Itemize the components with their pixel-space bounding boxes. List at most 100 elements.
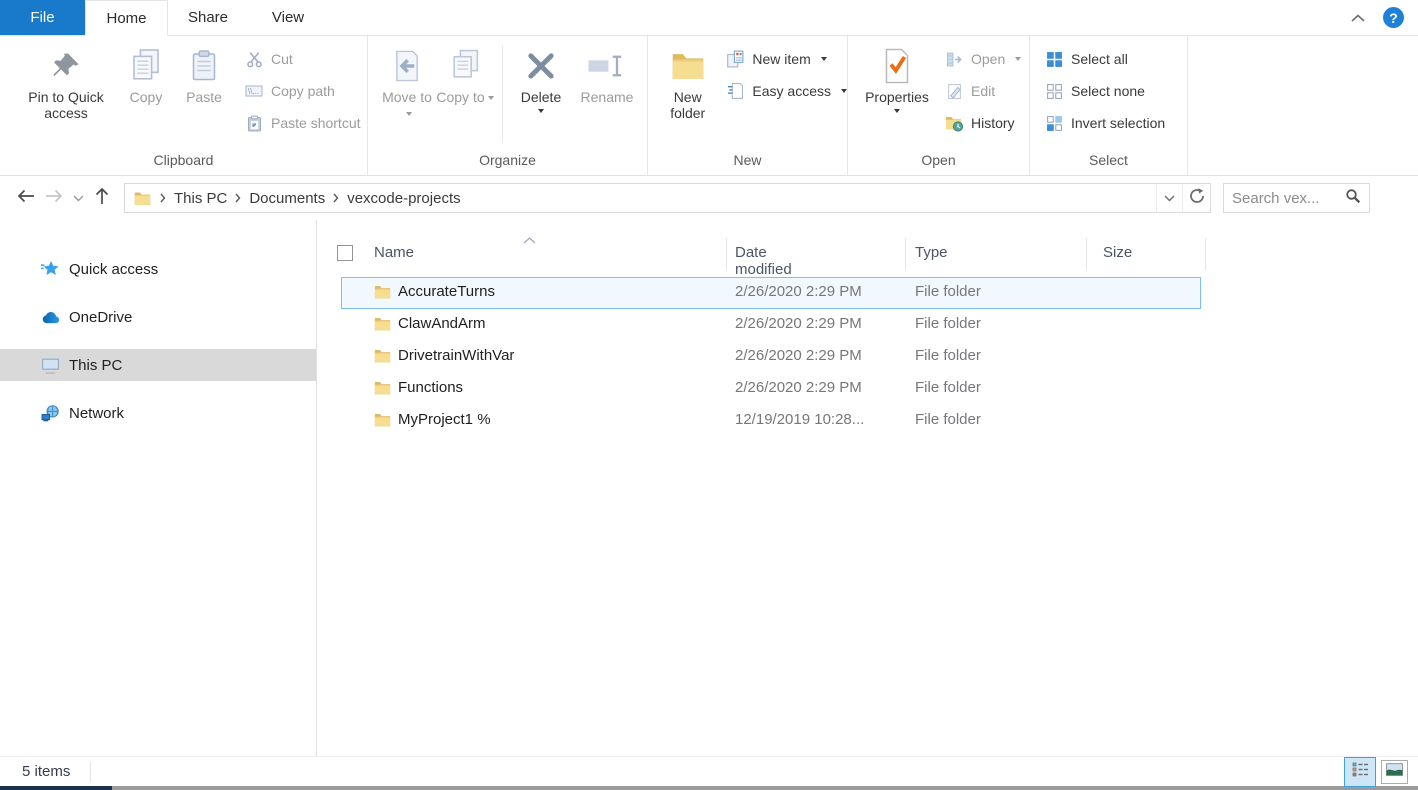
tab-file-label: File (30, 9, 54, 26)
file-type: File folder (915, 347, 981, 364)
back-button[interactable] (12, 184, 40, 212)
move-to-button[interactable]: Move to (378, 36, 436, 121)
column-header-size[interactable]: Size (1103, 244, 1132, 261)
cut-button[interactable]: Cut (244, 48, 361, 70)
ribbon-group-select: Select all Select none Invert selection … (1030, 36, 1188, 175)
pin-to-quick-access-button[interactable]: Pin to Quick access (14, 36, 118, 121)
select-all-checkbox[interactable] (337, 245, 353, 261)
file-row-clawandarm[interactable]: ClawAndArm 2/26/2020 2:29 PM File folder (341, 309, 1201, 341)
quick-access-star-icon (41, 260, 60, 278)
column-header-type[interactable]: Type (915, 244, 948, 261)
column-separator[interactable] (726, 238, 727, 270)
bottom-edge-strip (0, 786, 1418, 790)
file-row-functions[interactable]: Functions 2/26/2020 2:29 PM File folder (341, 373, 1201, 405)
chevron-down-icon (1164, 189, 1175, 207)
paste-button[interactable]: Paste (174, 36, 234, 105)
copy-label: Copy (130, 89, 163, 105)
easy-access-label: Easy access (752, 83, 831, 99)
paste-shortcut-icon (244, 113, 264, 133)
breadcrumb-this-pc[interactable]: This PC (174, 190, 227, 207)
organize-divider (502, 46, 503, 142)
open-button[interactable]: Open (944, 48, 1021, 70)
sidebar-item-this-pc[interactable]: This PC (0, 349, 316, 381)
sidebar-item-quick-access[interactable]: Quick access (0, 253, 316, 285)
delete-x-icon (525, 46, 557, 86)
help-button[interactable]: ? (1383, 7, 1404, 28)
copy-to-label: Copy to (436, 89, 484, 105)
history-button[interactable]: History (944, 112, 1021, 134)
address-folder-icon (133, 189, 152, 207)
large-icons-view-button[interactable] (1381, 760, 1408, 784)
sidebar-item-onedrive[interactable]: OneDrive (0, 301, 316, 333)
copy-button[interactable]: Copy (118, 36, 174, 105)
properties-button[interactable]: Properties (854, 36, 940, 113)
question-mark-icon: ? (1389, 10, 1398, 26)
tab-file[interactable]: File (0, 0, 85, 35)
edit-button[interactable]: Edit (944, 80, 1021, 102)
ribbon-empty-space (1188, 36, 1418, 175)
recent-locations-button[interactable] (68, 184, 88, 212)
rename-button[interactable]: Rename (571, 36, 643, 105)
address-breadcrumb-bar[interactable]: This PC Documents vexcode-projects (124, 183, 1211, 213)
up-button[interactable] (88, 184, 116, 212)
tab-home[interactable]: Home (85, 0, 168, 36)
column-header-name[interactable]: Name (374, 244, 414, 261)
file-row-myproject1[interactable]: MyProject1 % 12/19/2019 10:28... File fo… (341, 405, 1201, 437)
new-item-icon (725, 49, 745, 69)
select-group-label: Select (1030, 152, 1187, 168)
copy-path-button[interactable]: \\... Copy path (244, 80, 361, 102)
chevron-down-icon (73, 189, 84, 207)
refresh-button[interactable] (1182, 184, 1210, 212)
search-box (1223, 183, 1370, 213)
select-all-label: Select all (1071, 51, 1128, 67)
paste-shortcut-button[interactable]: Paste shortcut (244, 112, 361, 134)
invert-selection-button[interactable]: Invert selection (1044, 112, 1165, 134)
tab-share[interactable]: Share (168, 0, 248, 35)
pin-to-quick-access-label: Pin to Quick access (14, 89, 118, 121)
breadcrumb-documents[interactable]: Documents (249, 190, 325, 207)
search-icon (1345, 188, 1361, 209)
column-separator[interactable] (905, 238, 906, 270)
column-separator[interactable] (1086, 238, 1087, 270)
history-icon (944, 113, 964, 133)
column-separator[interactable] (1205, 238, 1206, 270)
new-item-caret-icon (821, 57, 827, 61)
thumbnail-view-icon (1386, 763, 1403, 781)
minimize-ribbon-button[interactable] (1347, 7, 1369, 29)
file-name: Functions (398, 379, 463, 396)
status-separator (90, 762, 91, 782)
tab-view-label: View (272, 9, 304, 26)
copy-to-button[interactable]: Copy to (436, 36, 494, 105)
ribbon-group-new: New folder New item Easy access New (648, 36, 848, 175)
easy-access-button[interactable]: Easy access (725, 80, 847, 102)
paste-shortcut-label: Paste shortcut (271, 115, 361, 131)
forward-button[interactable] (40, 184, 68, 212)
file-row-drivetrainwithvar[interactable]: DrivetrainWithVar 2/26/2020 2:29 PM File… (341, 341, 1201, 373)
select-all-button[interactable]: Select all (1044, 48, 1165, 70)
new-item-button[interactable]: New item (725, 48, 847, 70)
address-dropdown-button[interactable] (1156, 184, 1182, 212)
breadcrumb-chevron-icon (160, 193, 166, 203)
column-header-date-modified[interactable]: Date modified (735, 244, 792, 278)
ribbon: Pin to Quick access Copy Paste Cut \\...… (0, 36, 1418, 176)
scissors-icon (244, 49, 264, 69)
search-input[interactable] (1232, 190, 1345, 207)
item-count: 5 items (22, 763, 70, 780)
tab-home-label: Home (106, 10, 146, 27)
sidebar-item-network[interactable]: Network (0, 397, 316, 429)
status-bar: 5 items (0, 756, 1418, 786)
copy-path-label: Copy path (271, 83, 335, 99)
address-bar: This PC Documents vexcode-projects (0, 176, 1418, 220)
file-row-accurateturns[interactable]: AccurateTurns 2/26/2020 2:29 PM File fol… (341, 277, 1201, 309)
history-label: History (971, 115, 1015, 131)
select-none-label: Select none (1071, 83, 1145, 99)
new-folder-label: New folder (656, 89, 719, 121)
delete-button[interactable]: Delete (511, 36, 571, 113)
tab-view[interactable]: View (248, 0, 328, 35)
folder-icon (374, 316, 391, 332)
details-view-button[interactable] (1344, 757, 1376, 787)
breadcrumb-vexcode-projects[interactable]: vexcode-projects (347, 190, 460, 207)
file-name: ClawAndArm (398, 315, 486, 332)
new-folder-button[interactable]: New folder (656, 36, 719, 121)
select-none-button[interactable]: Select none (1044, 80, 1165, 102)
